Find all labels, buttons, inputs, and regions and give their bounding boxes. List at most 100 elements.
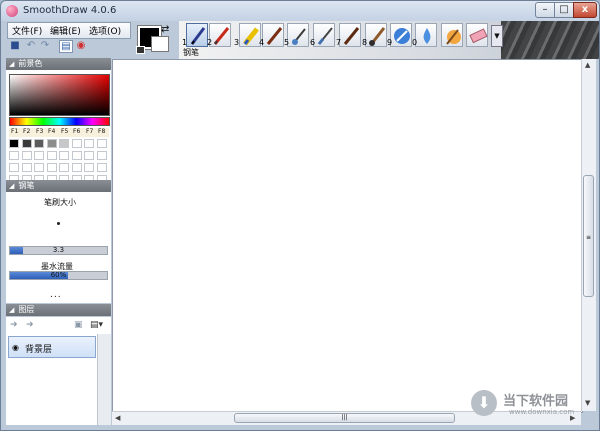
paint-brush-icon [369,27,386,46]
redo-icon[interactable]: ↷ [39,40,51,51]
layer-item[interactable]: ◉ 背景层 [8,336,96,358]
layers-panel-header[interactable]: ◢ 图层 [6,304,111,316]
palette-swatch[interactable] [71,163,82,172]
collapse-icon: ◢ [9,182,15,190]
scroll-left-arrow-icon[interactable]: ◀ [115,414,120,422]
reset-colors-icon[interactable] [136,46,145,54]
palette-swatch[interactable] [71,139,82,148]
brush-brush[interactable] [262,23,284,47]
new-page-icon[interactable]: ▤ [59,40,73,53]
brush-number: 7 [336,38,342,47]
palette-swatch[interactable] [59,139,69,148]
merge-layer-icon[interactable]: ▣ [74,320,83,330]
palette-swatch[interactable] [46,139,57,148]
brush-size-slider[interactable]: 3.3 [9,246,108,255]
fkey-label: F6 [73,128,81,135]
hue-slider[interactable] [9,117,110,126]
move-layer-down-icon[interactable]: ➜ [26,320,34,330]
menu-file[interactable]: 文件(F) [12,24,42,37]
layers-panel-title: 图层 [18,305,35,314]
maximize-button[interactable]: □ [554,2,574,18]
minimize-button[interactable]: – [535,2,555,18]
vertical-scrollbar[interactable]: ▲ ≡ ▼ [581,59,596,411]
brush-ink-pen[interactable] [313,23,335,47]
new-layer-icon[interactable]: ▤▾ [90,320,103,330]
undo-icon[interactable]: ↶ [25,40,37,51]
pencil-icon [213,27,230,45]
fkey-label: F5 [61,128,69,135]
brush-size-value: 3.3 [52,246,65,254]
palette-swatch[interactable] [34,139,44,148]
pen-panel-title: 钢笔 [18,181,35,190]
record-icon[interactable]: ◉ [75,40,87,51]
marker-icon [343,27,360,45]
close-button[interactable]: x [573,2,597,18]
palette-swatch[interactable] [96,139,107,148]
save-icon[interactable]: ■ [9,40,21,51]
palette-swatch[interactable] [21,151,32,160]
palette-swatch[interactable] [84,139,94,148]
palette-swatch[interactable] [9,139,19,148]
water-drop-icon [423,28,431,44]
brush-marker[interactable] [339,23,361,47]
palette-swatch[interactable] [84,163,94,172]
brush-icon [266,27,283,45]
palette-swatch[interactable] [9,151,19,160]
watermark: ⬇ 当下软件园 www.downxia.com [471,390,581,420]
brush-pen[interactable] [186,23,208,47]
brush-airbrush[interactable] [287,23,309,47]
fkey-label: F1 [11,128,19,135]
palette-swatch[interactable] [84,151,94,160]
brush-number: 6 [310,38,316,47]
swap-colors-icon[interactable]: ⇄ [161,24,169,35]
palette-swatch[interactable] [9,163,19,172]
horizontal-scroll-thumb[interactable]: ||| [234,413,455,423]
fkey-label: F8 [98,128,106,135]
palette-swatch[interactable] [59,163,69,172]
brush-number: 9 [387,38,393,47]
background-color-swatch[interactable] [151,36,169,52]
highlighter-icon [243,27,259,46]
visibility-eye-icon[interactable]: ◉ [12,343,19,352]
vertical-scroll-thumb[interactable]: ≡ [583,175,594,297]
menu-options[interactable]: 选项(O) [89,24,121,37]
palette-swatch[interactable] [59,151,69,160]
brush-paint-brush[interactable] [365,23,387,47]
menu-bar: 文件(F) 编辑(E) 选项(O) [7,22,131,39]
chevron-down-icon[interactable]: ▼ [491,25,503,47]
scroll-down-arrow-icon[interactable]: ▼ [585,399,590,407]
foreground-panel-header[interactable]: ◢ 前景色 [6,58,111,70]
brush-water[interactable] [415,23,437,47]
brush-number: 1 [182,38,188,47]
palette-fkey-row: F1 F2 F3 F4 F5 F6 F7 F8 [9,128,109,137]
palette-swatch[interactable] [96,163,107,172]
scroll-up-arrow-icon[interactable]: ▲ [585,61,590,69]
grip-icon: ≡ [586,234,592,241]
layers-scrollbar[interactable] [97,334,111,425]
palette-swatch[interactable] [71,151,82,160]
color-picker-field[interactable] [9,74,110,116]
palette-swatch[interactable] [34,163,44,172]
palette-swatch[interactable] [21,139,32,148]
pen-panel-header[interactable]: ◢ 钢笔 [6,180,111,192]
palette-swatch[interactable] [21,163,32,172]
grip-icon: ||| [341,414,348,421]
brush-eraser[interactable] [466,23,488,47]
palette-swatch[interactable] [46,163,57,172]
brush-smudge[interactable] [441,23,463,47]
more-options-button[interactable]: ... [50,290,62,300]
brush-star[interactable] [390,23,412,47]
fkey-label: F7 [86,128,94,135]
brush-pencil[interactable] [209,23,231,47]
palette-swatch[interactable] [46,151,57,160]
menu-edit[interactable]: 编辑(E) [50,24,81,37]
selected-brush-label: 钢笔 [183,48,199,57]
move-layer-up-icon[interactable]: ➜ [10,320,18,330]
palette-swatch[interactable] [96,151,107,160]
drawing-canvas[interactable] [112,59,583,413]
brush-highlighter[interactable] [239,23,261,47]
palette-swatch[interactable] [34,151,44,160]
collapse-icon: ◢ [9,60,15,68]
ink-flow-slider[interactable]: 60% [9,271,108,280]
brush-number: 3 [234,38,240,47]
